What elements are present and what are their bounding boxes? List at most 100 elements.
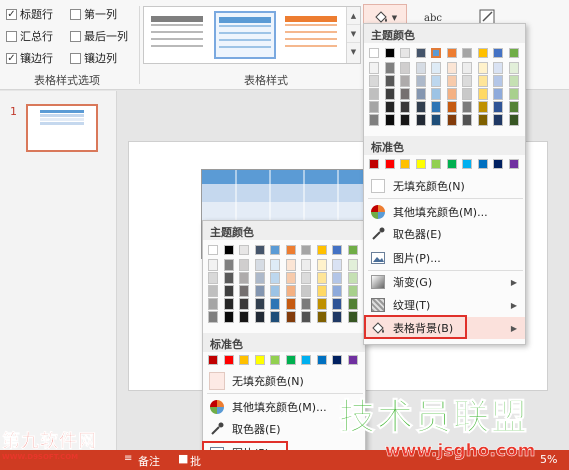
comments-icon[interactable]: ■ [178,452,188,465]
theme-shade-swatch[interactable] [223,259,234,271]
theme-shade-swatch[interactable] [462,75,472,87]
theme-shade-swatch[interactable] [332,272,342,284]
standard-color-swatch[interactable] [384,159,395,169]
theme-shade-swatch[interactable] [384,101,395,113]
theme-shade-swatch[interactable] [493,75,503,87]
theme-color-swatch[interactable] [400,48,410,58]
standard-color-swatch[interactable] [285,355,296,365]
theme-shade-swatch[interactable] [446,75,457,87]
theme-shade-swatch[interactable] [400,75,410,87]
theme-color-swatch[interactable] [462,48,472,58]
theme-shade-swatch[interactable] [493,101,503,113]
theme-shade-swatch[interactable] [239,285,249,297]
theme-shade-swatch[interactable] [285,259,296,271]
theme-shade-swatch[interactable] [270,311,280,323]
standard-color-swatch[interactable] [347,355,358,365]
theme-shade-swatch[interactable] [493,114,503,126]
theme-shade-swatch[interactable] [508,75,519,87]
theme-color-swatch[interactable] [369,48,379,58]
theme-shade-swatch[interactable] [254,272,265,284]
standard-color-swatch[interactable] [462,159,472,169]
theme-shade-swatch[interactable] [415,88,426,100]
theme-shade-swatch[interactable] [332,285,342,297]
standard-color-swatch[interactable] [332,355,342,365]
standard-color-swatch[interactable] [493,159,503,169]
theme-shade-swatch[interactable] [208,298,218,310]
standard-color-swatch[interactable] [508,159,519,169]
theme-shade-swatch[interactable] [285,272,296,284]
checkbox-icon[interactable] [70,30,81,42]
theme-color-swatch[interactable] [254,245,265,255]
theme-shade-swatch[interactable] [347,259,358,271]
theme-shade-swatch[interactable] [316,259,327,271]
no-fill-item[interactable]: 无填充颜色(N) [364,175,525,197]
theme-color-swatch[interactable] [477,48,488,58]
theme-shade-swatch[interactable] [431,101,441,113]
theme-shade-swatch[interactable] [223,311,234,323]
theme-shade-swatch[interactable] [493,62,503,74]
last-column-option[interactable]: 最后一列 [70,28,128,44]
theme-shade-swatch[interactable] [316,272,327,284]
theme-shade-swatch[interactable] [347,285,358,297]
gallery-down-icon[interactable]: ▼ [347,25,360,43]
theme-shade-swatch[interactable] [493,88,503,100]
theme-color-swatch[interactable] [347,245,358,255]
no-fill-item[interactable]: 无填充颜色(N) [203,370,365,392]
theme-shade-swatch[interactable] [508,114,519,126]
more-fill-colors-item[interactable]: 其他填充颜色(M)... [364,201,525,223]
theme-color-swatch[interactable] [301,245,311,255]
theme-shade-swatch[interactable] [347,298,358,310]
theme-shade-swatch[interactable] [254,259,265,271]
theme-shade-swatch[interactable] [223,272,234,284]
theme-shade-swatch[interactable] [347,272,358,284]
theme-shade-swatch[interactable] [415,62,426,74]
theme-shade-swatch[interactable] [384,88,395,100]
theme-shade-swatch[interactable] [208,311,218,323]
gradient-item[interactable]: 渐变(G) ▶ [364,271,525,293]
header-row-option[interactable]: ✓ 标题行 [6,6,53,22]
standard-color-swatch[interactable] [431,159,441,169]
theme-shade-swatch[interactable] [285,285,296,297]
banded-columns-option[interactable]: 镶边列 [70,50,117,66]
table-style-gray[interactable] [147,11,209,59]
standard-color-swatch[interactable] [239,355,249,365]
theme-shade-swatch[interactable] [332,259,342,271]
slide-thumbnail[interactable] [26,104,98,152]
theme-shade-swatch[interactable] [369,75,379,87]
theme-shade-swatch[interactable] [239,311,249,323]
theme-color-swatch[interactable] [332,245,342,255]
table-style-orange[interactable] [281,11,343,59]
theme-color-swatch[interactable] [415,48,426,58]
theme-shade-swatch[interactable] [384,114,395,126]
comments-button[interactable]: 批 [190,453,201,469]
theme-shade-swatch[interactable] [446,88,457,100]
theme-color-swatch[interactable] [493,48,503,58]
standard-color-swatch[interactable] [254,355,265,365]
theme-shade-swatch[interactable] [462,114,472,126]
gallery-up-icon[interactable]: ▲ [347,7,360,25]
theme-shade-swatch[interactable] [446,62,457,74]
theme-shade-swatch[interactable] [316,311,327,323]
theme-shade-swatch[interactable] [384,62,395,74]
theme-shade-swatch[interactable] [239,259,249,271]
theme-shade-swatch[interactable] [254,298,265,310]
theme-shade-swatch[interactable] [477,62,488,74]
standard-color-swatch[interactable] [369,159,379,169]
banded-rows-option[interactable]: ✓ 镶边行 [6,50,53,66]
theme-shade-swatch[interactable] [369,101,379,113]
theme-shade-swatch[interactable] [508,88,519,100]
standard-color-swatch[interactable] [301,355,311,365]
theme-shade-swatch[interactable] [477,75,488,87]
table-style-blue[interactable] [214,11,276,59]
theme-shade-swatch[interactable] [270,298,280,310]
standard-color-swatch[interactable] [446,159,457,169]
theme-shade-swatch[interactable] [477,88,488,100]
theme-shade-swatch[interactable] [285,311,296,323]
theme-shade-swatch[interactable] [508,101,519,113]
theme-shade-swatch[interactable] [301,259,311,271]
theme-shade-swatch[interactable] [462,88,472,100]
theme-shade-swatch[interactable] [208,285,218,297]
theme-shade-swatch[interactable] [239,272,249,284]
zoom-level[interactable]: 5% [540,453,557,466]
theme-color-swatch[interactable] [384,48,395,58]
